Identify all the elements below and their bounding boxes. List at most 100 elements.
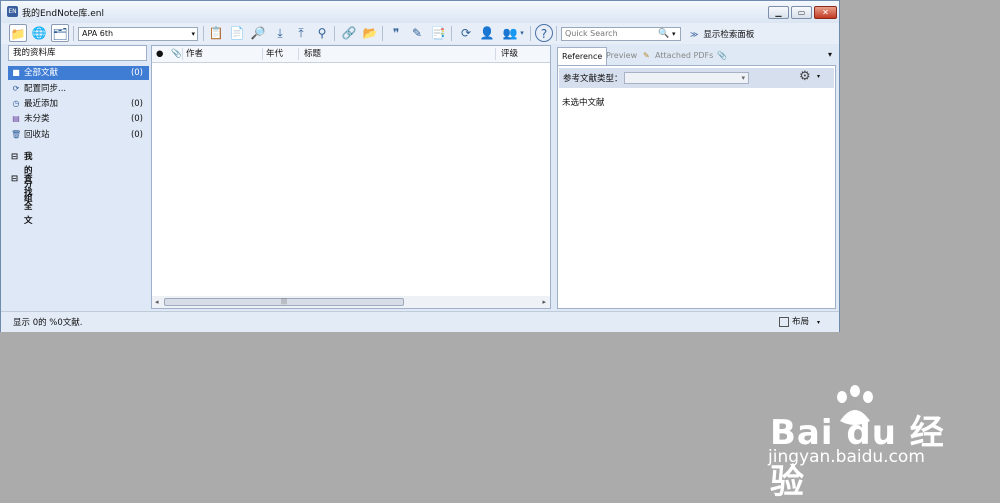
sidebar-item-label: 回收站 — [24, 130, 50, 140]
column-divider[interactable] — [495, 48, 496, 60]
no-reference-selected-text: 未选中文献 — [562, 98, 605, 108]
sidebar-item-label: 最近添加 — [24, 99, 59, 109]
chevron-down-icon: ▾ — [191, 30, 195, 38]
scroll-right-icon[interactable]: ▸ — [542, 296, 546, 308]
close-button[interactable]: ✕ — [814, 6, 837, 19]
toolbar-separator — [451, 26, 452, 41]
reference-panel: Reference Preview ✎ Attached PDFs 📎 ▾ 参考… — [557, 45, 836, 309]
clock-icon: ◷ — [12, 99, 20, 108]
find-by-author-icon[interactable]: ⚲ — [313, 24, 331, 42]
tab-preview[interactable]: Preview — [602, 47, 641, 65]
sidebar-item-recently-added[interactable]: ◷ 最近添加 (0) — [8, 97, 149, 111]
endnote-app-icon: EN — [7, 6, 18, 17]
search-icon[interactable]: 🔍 — [658, 28, 669, 40]
open-link-icon[interactable]: 🔗 — [340, 24, 358, 42]
chevron-down-icon[interactable]: ▾ — [817, 73, 820, 80]
show-search-panel-label: 显示检索面板 — [703, 30, 755, 40]
sync-icon[interactable]: ⟳ — [457, 24, 475, 42]
baidu-jingyan-watermark: Bai du 经验 jingyan.baidu.com — [768, 385, 970, 502]
sidebar-item-all-references[interactable]: ■ 全部文献 (0) — [8, 66, 149, 80]
quick-search-input[interactable]: Quick Search 🔍 ▾ — [561, 27, 681, 41]
edit-citation-icon[interactable]: ✎ — [408, 24, 426, 42]
rating-column-header[interactable]: 评级 — [501, 46, 518, 62]
sidebar-item-count: (0) — [130, 114, 143, 124]
collapse-icon[interactable]: ⊟ — [11, 150, 18, 164]
endnote-window: EN 我的EndNote库.enl ▁ ▭ ✕ 📁 🌐 🗂 APA 6th ▾ … — [0, 0, 840, 332]
status-text: 显示 0的 %0文献. — [13, 318, 83, 328]
author-column-header[interactable]: 作者 — [186, 46, 203, 62]
format-bibliography-icon[interactable]: 📑 — [429, 24, 447, 42]
my-library-header[interactable]: 我的资料库 — [8, 45, 147, 61]
panel-menu-icon[interactable]: ▾ — [828, 50, 832, 59]
chevron-down-icon[interactable]: ▾ — [672, 28, 676, 40]
insert-citation-icon[interactable]: ❞ — [387, 24, 405, 42]
help-icon[interactable]: ? — [535, 24, 553, 42]
sidebar-item-count: (0) — [130, 99, 143, 109]
maximize-button[interactable]: ▭ — [791, 6, 812, 19]
layout-button[interactable]: 布局 ▾ — [779, 315, 820, 327]
window-title: 我的EndNote库.enl — [22, 9, 105, 19]
chevron-down-icon: ▾ — [741, 74, 745, 82]
attachment-icon[interactable]: 📎 — [171, 46, 182, 62]
export-icon[interactable]: ⤒ — [292, 24, 310, 42]
collapse-icon[interactable]: ⊟ — [11, 172, 18, 186]
column-divider[interactable] — [262, 48, 263, 60]
copy-library-icon[interactable]: 📋 — [207, 24, 225, 42]
sidebar-item-label: 全部文献 — [24, 68, 59, 78]
reference-editor: 参考文献类型： ▾ ⚙ ▾ 未选中文献 — [557, 65, 836, 309]
sidebar-item-configure-sync[interactable]: ⟳ 配置同步... — [8, 82, 149, 96]
toolbar-separator — [382, 26, 383, 41]
toolbar-separator — [334, 26, 335, 41]
main-toolbar: 📁 🌐 🗂 APA 6th ▾ 📋 📄 🔎 ⤓ ⤒ ⚲ 🔗 📂 ❞ ✎ 📑 ⟳ … — [1, 23, 839, 44]
layout-label: 布局 — [792, 317, 810, 327]
online-search-icon[interactable]: 🌐 — [30, 24, 48, 42]
open-file-icon[interactable]: 📂 — [361, 24, 379, 42]
reference-panel-tabs: Reference Preview ✎ Attached PDFs 📎 ▾ — [557, 47, 836, 65]
sidebar-item-unfiled[interactable]: ▤ 未分类 (0) — [8, 112, 149, 126]
minimize-button[interactable]: ▁ — [768, 6, 789, 19]
chevron-down-icon[interactable]: ▾ — [518, 24, 526, 42]
output-style-select[interactable]: APA 6th ▾ — [78, 27, 198, 41]
title-bar[interactable]: EN 我的EndNote库.enl ▁ ▭ ✕ — [1, 1, 839, 23]
show-search-panel-button[interactable]: ≫ 显示检索面板 — [690, 28, 754, 40]
sidebar-item-count: (0) — [130, 130, 143, 140]
column-divider[interactable] — [182, 48, 183, 60]
import-icon[interactable]: ⤓ — [271, 24, 289, 42]
read-status-column[interactable]: ● — [156, 46, 163, 62]
tab-attached-pdfs[interactable]: ✎ Attached PDFs — [641, 47, 717, 65]
local-library-icon[interactable]: 📁 — [9, 24, 27, 42]
trash-icon: 🗑 — [11, 130, 22, 139]
layout-icon — [779, 316, 789, 327]
reference-list[interactable]: ● 📎 作者 年代 标题 评级 ◂ ||| ▸ — [151, 45, 551, 309]
toolbar-separator — [530, 26, 531, 41]
sidebar-item-trash[interactable]: 🗑 回收站 (0) — [8, 128, 149, 142]
group-icon[interactable]: 👥 — [501, 24, 519, 42]
title-column-header[interactable]: 标题 — [304, 46, 321, 62]
reference-type-label: 参考文献类型： — [563, 74, 623, 84]
new-reference-icon[interactable]: 📄 — [228, 24, 246, 42]
integrated-library-icon[interactable]: 🗂 — [51, 24, 69, 42]
group-label: 查找全文 — [24, 174, 33, 226]
share-icon[interactable]: 👤 — [478, 24, 496, 42]
chevron-down-icon: ▾ — [817, 319, 821, 326]
pdf-icon: ✎ — [643, 51, 650, 60]
toolbar-separator — [73, 26, 74, 41]
year-column-header[interactable]: 年代 — [266, 46, 283, 62]
reference-list-header: ● 📎 作者 年代 标题 评级 — [152, 46, 550, 63]
scrollbar-thumb[interactable]: ||| — [164, 298, 404, 306]
gear-icon[interactable]: ⚙ — [799, 69, 811, 84]
tab-attached-pdfs-label: Attached PDFs — [655, 51, 714, 60]
groups-panel: 我的资料库 ■ 全部文献 (0) ⟳ 配置同步... ◷ 最近添加 (0) ▤ … — [8, 45, 149, 309]
find-fulltext-icon[interactable]: 🔎 — [249, 24, 267, 42]
watermark-site: jingyan.baidu.com — [768, 447, 925, 467]
all-references-icon: ■ — [12, 68, 20, 77]
reference-type-select[interactable]: ▾ — [624, 72, 749, 84]
tab-reference[interactable]: Reference — [557, 47, 608, 65]
sidebar-item-label: 未分类 — [24, 114, 50, 124]
horizontal-scrollbar[interactable]: ◂ ||| ▸ — [152, 296, 550, 308]
status-bar: 显示 0的 %0文献. 布局 ▾ — [1, 311, 839, 332]
attachment-icon[interactable]: 📎 — [713, 47, 731, 65]
double-chevron-down-icon: ≫ — [690, 30, 699, 39]
column-divider[interactable] — [298, 48, 299, 60]
scroll-left-icon[interactable]: ◂ — [155, 296, 159, 308]
